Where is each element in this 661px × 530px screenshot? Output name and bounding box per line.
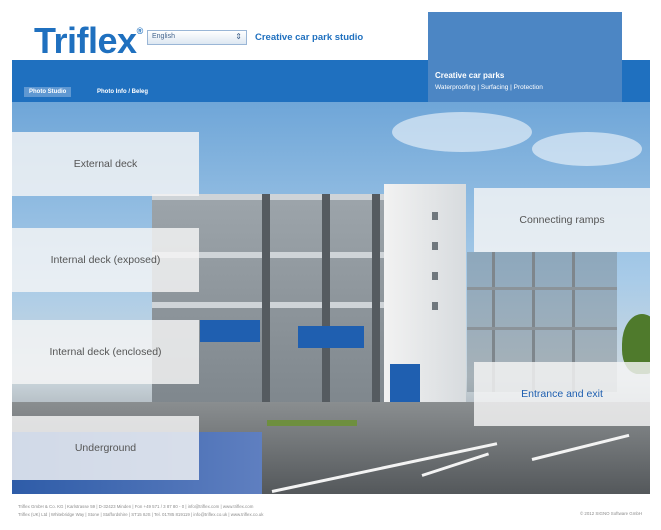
footer-copyright: © 2012 SIGNO Software GmbH [579, 511, 642, 516]
promo-panel[interactable]: Creative car parks Waterproofing | Surfa… [428, 12, 622, 112]
tower-window [432, 272, 438, 280]
footer: Triflex GmbH & Co. KG | Karlstrasse 59 |… [12, 500, 650, 526]
zone-external-deck[interactable]: External deck [12, 132, 199, 196]
frame-beam [467, 287, 617, 290]
cloud-shape [532, 132, 642, 166]
zone-entrance-and-exit[interactable]: Entrance and exit [474, 362, 650, 426]
pillar [372, 194, 380, 404]
page: Triflex® English ⇕ Creative car park stu… [0, 0, 661, 530]
language-select-value: English [152, 33, 175, 40]
footer-address-uk: Triflex (UK) Ltd | Whitebridge Way | Sto… [18, 512, 264, 517]
blue-sign-band [298, 326, 364, 348]
promo-subtitle: Waterproofing | Surfacing | Protection [435, 84, 543, 91]
blue-door [390, 364, 420, 404]
cloud-shape [392, 112, 532, 152]
tower-window [432, 212, 438, 220]
tower-window [432, 242, 438, 250]
car-park-photo: External deck Internal deck (exposed) In… [12, 102, 650, 494]
pillar [262, 194, 270, 404]
logo-text: Triflex [34, 20, 137, 61]
tab-photo-info[interactable]: Photo Info / Beleg [92, 87, 153, 97]
tab-photo-studio[interactable]: Photo Studio [24, 87, 72, 97]
zone-underground[interactable]: Underground [12, 416, 199, 480]
triflex-logo[interactable]: Triflex® [34, 20, 143, 62]
chevron-down-icon: ⇕ [235, 32, 242, 41]
language-select[interactable]: English ⇕ [147, 30, 247, 45]
pillar [322, 194, 330, 404]
zone-connecting-ramps[interactable]: Connecting ramps [474, 188, 650, 252]
zone-internal-deck-exposed[interactable]: Internal deck (exposed) [12, 228, 199, 292]
tower-window [432, 302, 438, 310]
frame-beam [467, 327, 617, 330]
grass-strip [267, 420, 357, 426]
logo-registered-mark: ® [136, 26, 144, 36]
studio-title: Creative car park studio [255, 32, 364, 43]
promo-title: Creative car parks [435, 71, 505, 80]
footer-address-de: Triflex GmbH & Co. KG | Karlstrasse 59 |… [18, 504, 254, 509]
blue-sign-band [200, 320, 260, 342]
zone-internal-deck-enclosed[interactable]: Internal deck (enclosed) [12, 320, 199, 384]
